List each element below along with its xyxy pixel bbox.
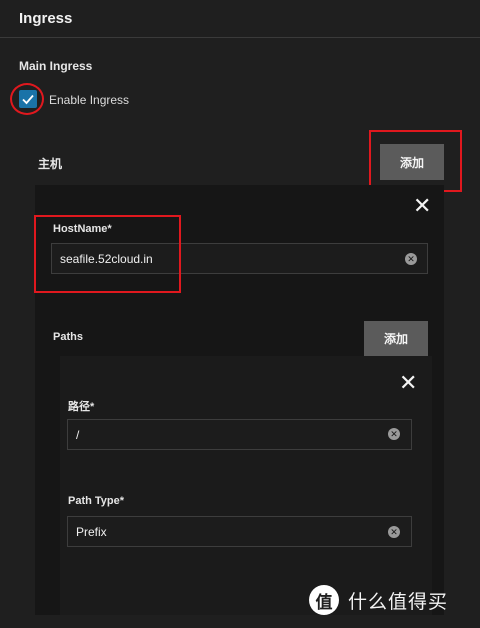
add-host-annotation-box <box>369 130 462 192</box>
clear-hostname-icon[interactable]: ✕ <box>405 253 417 265</box>
main-ingress-label: Main Ingress <box>19 59 93 73</box>
clear-path-icon[interactable]: ✕ <box>388 428 400 440</box>
page-title: Ingress <box>19 10 73 27</box>
required-mark: * <box>90 401 95 413</box>
clear-path-type-icon[interactable]: ✕ <box>388 526 400 538</box>
path-type-label: Path Type* <box>68 495 124 507</box>
watermark: 值 什么值得买 <box>309 585 448 615</box>
enable-ingress-label[interactable]: Enable Ingress <box>49 93 129 107</box>
add-path-button[interactable]: 添加 <box>364 321 428 356</box>
path-label-text: 路径 <box>68 401 90 413</box>
watermark-text: 什么值得买 <box>348 591 449 613</box>
checkbox-annotation-circle <box>10 83 44 115</box>
path-card <box>60 356 432 615</box>
hostname-annotation-box <box>34 215 181 293</box>
path-input[interactable]: / <box>67 419 412 450</box>
hosts-title: 主机 <box>38 157 63 171</box>
remove-host-icon[interactable]: ✕ <box>413 195 431 217</box>
watermark-logo-icon: 值 <box>309 585 339 615</box>
paths-title: Paths <box>53 331 83 343</box>
path-type-label-text: Path Type <box>68 495 120 507</box>
header-divider <box>0 37 480 38</box>
remove-path-icon[interactable]: ✕ <box>399 372 417 394</box>
path-label: 路径* <box>68 398 94 414</box>
path-type-input[interactable]: Prefix <box>67 516 412 547</box>
required-mark: * <box>119 495 125 507</box>
